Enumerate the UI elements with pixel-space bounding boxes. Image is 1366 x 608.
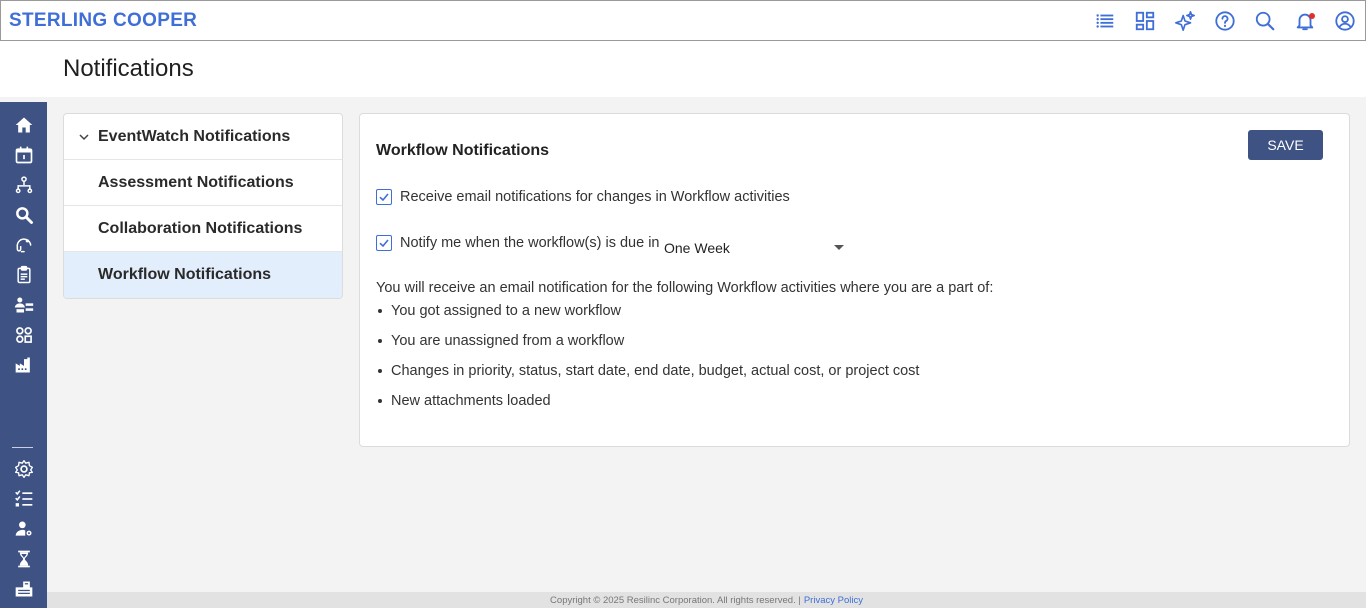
copyright-text: Copyright © 2025 Resilinc Corporation. A…: [550, 594, 801, 606]
due-reminder-checkbox[interactable]: [376, 235, 392, 251]
activity-list: You got assigned to a new workflow You a…: [376, 300, 919, 420]
section-title: Workflow Notifications: [376, 142, 550, 159]
option-due-reminder: Notify me when the workflow(s) is due in: [376, 235, 660, 251]
menu-item-label: EventWatch Notifications: [98, 127, 291, 145]
check-icon: [379, 239, 389, 248]
user-settings-icon[interactable]: [12, 517, 36, 541]
help-icon[interactable]: [1205, 1, 1245, 41]
settings-icon[interactable]: [12, 457, 36, 481]
option-label: Notify me when the workflow(s) is due in: [400, 235, 660, 251]
calendar-icon[interactable]: [12, 143, 36, 167]
bell-icon[interactable]: [1285, 1, 1325, 41]
option-label: Receive email notifications for changes …: [400, 189, 790, 205]
chevron-down-icon[interactable]: [77, 130, 91, 144]
title-band: Notifications: [0, 41, 1366, 97]
menu-item-assessment[interactable]: Assessment Notifications: [64, 160, 342, 206]
user-icon[interactable]: [1325, 1, 1365, 41]
menu-item-label: Collaboration Notifications: [98, 219, 303, 237]
email-changes-checkbox[interactable]: [376, 189, 392, 205]
list-item: Changes in priority, status, start date,…: [376, 360, 919, 390]
headset-icon[interactable]: [12, 233, 36, 257]
search-doc-icon[interactable]: [12, 203, 36, 227]
clipboard-icon[interactable]: [12, 263, 36, 287]
checklist-icon[interactable]: [12, 487, 36, 511]
home-icon[interactable]: [12, 113, 36, 137]
page-title: Notifications: [63, 55, 194, 82]
rail-divider: [12, 447, 33, 448]
network-icon[interactable]: [12, 173, 36, 197]
intro-text: You will receive an email notification f…: [376, 280, 994, 296]
notification-dot: [1309, 13, 1315, 19]
menu-item-workflow[interactable]: Workflow Notifications: [64, 252, 342, 298]
list-item: You got assigned to a new workflow: [376, 300, 919, 330]
left-nav-rail: [0, 102, 47, 608]
factory-icon[interactable]: [12, 353, 36, 377]
apps-icon[interactable]: [12, 323, 36, 347]
check-icon: [379, 193, 389, 202]
option-email-changes: Receive email notifications for changes …: [376, 189, 790, 205]
search-icon[interactable]: [1245, 1, 1285, 41]
menu-item-eventwatch[interactable]: EventWatch Notifications: [64, 114, 342, 160]
top-bar: STERLING COOPER: [0, 0, 1366, 41]
list-item: New attachments loaded: [376, 390, 919, 420]
notification-category-menu: EventWatch Notifications Assessment Noti…: [63, 113, 343, 299]
footer: Copyright © 2025 Resilinc Corporation. A…: [47, 592, 1366, 608]
ai-sparkle-icon[interactable]: [1165, 1, 1205, 41]
workflow-notifications-panel: Workflow Notifications SAVE Receive emai…: [359, 113, 1350, 447]
menu-item-collaboration[interactable]: Collaboration Notifications: [64, 206, 342, 252]
select-value: One Week: [664, 240, 730, 256]
menu-item-label: Assessment Notifications: [98, 173, 294, 191]
caret-down-icon: [834, 245, 844, 250]
brand-logo[interactable]: STERLING COOPER: [9, 10, 197, 32]
save-button[interactable]: SAVE: [1248, 130, 1323, 160]
privacy-policy-link[interactable]: Privacy Policy: [804, 595, 863, 606]
dashboard-icon[interactable]: [1125, 1, 1165, 41]
people-icon[interactable]: [12, 293, 36, 317]
building-icon[interactable]: [12, 577, 36, 601]
due-period-select[interactable]: One Week: [664, 236, 844, 260]
hourglass-icon[interactable]: [12, 547, 36, 571]
list-icon[interactable]: [1085, 1, 1125, 41]
list-item: You are unassigned from a workflow: [376, 330, 919, 360]
top-icon-group: [1085, 1, 1365, 41]
menu-item-label: Workflow Notifications: [98, 266, 272, 283]
